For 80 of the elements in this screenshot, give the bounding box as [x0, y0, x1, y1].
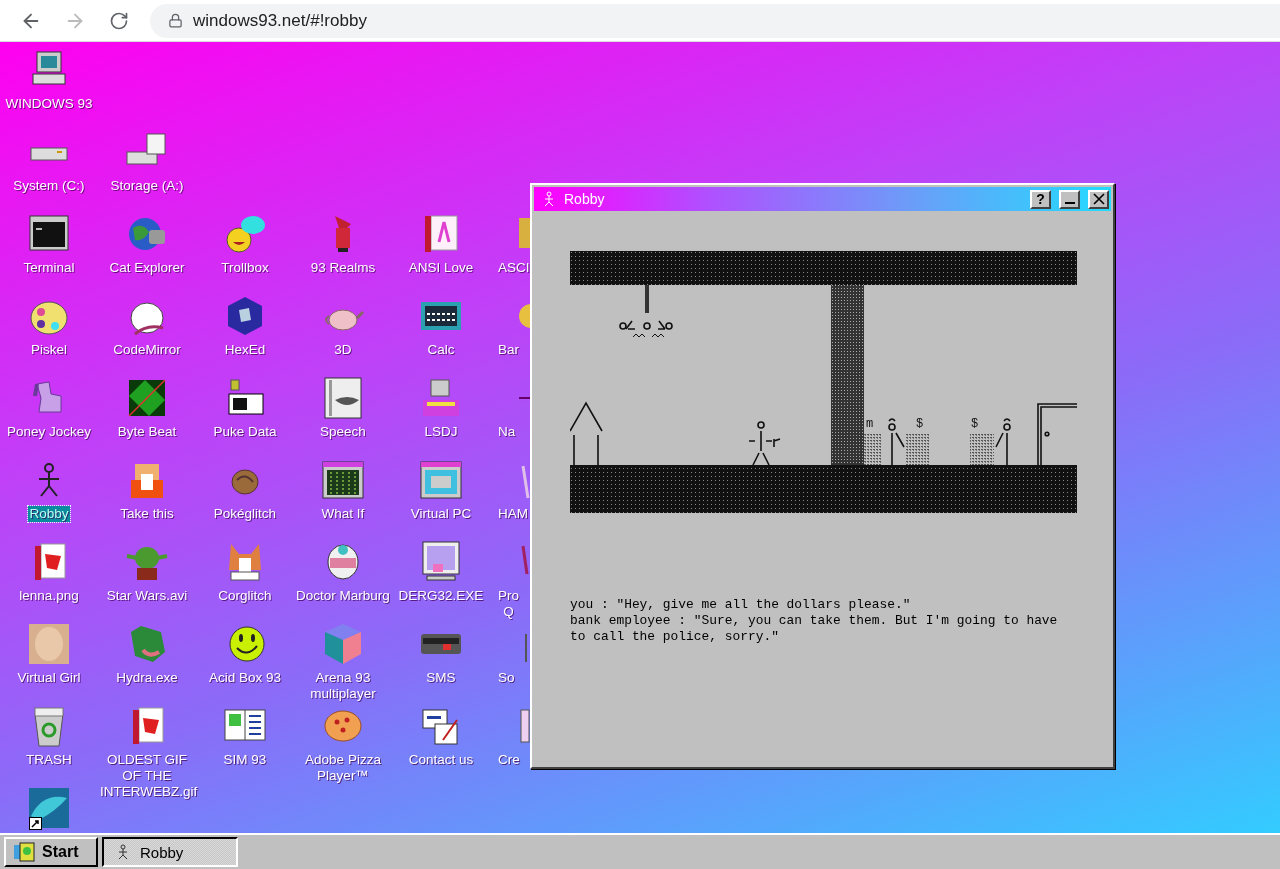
bank-employee-figure: [995, 418, 1011, 466]
start-logo-icon: [12, 841, 36, 863]
icon-label[interactable]: Calc: [426, 342, 456, 358]
icon-label[interactable]: lenna.png: [18, 588, 80, 604]
icon-label[interactable]: SIM 93: [222, 752, 268, 768]
icon-label[interactable]: Star Wars.avi: [105, 588, 189, 604]
icon-label[interactable]: 93 Realms: [309, 260, 377, 276]
icon-label[interactable]: What If: [320, 506, 366, 522]
icon-label[interactable]: Poney Jockey: [5, 424, 92, 440]
icon-label[interactable]: Terminal: [22, 260, 76, 276]
icon-label[interactable]: 3D: [333, 342, 353, 358]
monitor-face-icon[interactable]: [419, 540, 463, 584]
dialogue-line: bank employee : "Sure, you can take them. But I'm going to have to call the police, sorry.": [570, 613, 1059, 645]
icon-label[interactable]: Na: [497, 424, 517, 440]
icon-label[interactable]: Cre: [497, 752, 521, 768]
door-drawing: [1037, 403, 1077, 466]
icon-label[interactable]: DERG32.EXE: [397, 588, 485, 604]
icon-label[interactable]: Cat Explorer: [108, 260, 186, 276]
dolphin-icon[interactable]: [27, 786, 71, 830]
icon-label[interactable]: Piskel: [30, 342, 68, 358]
house-drawing: [570, 401, 603, 466]
icon-label[interactable]: Pokéglitch: [212, 506, 278, 522]
icon-label[interactable]: Puke Data: [212, 424, 278, 440]
icon-label[interactable]: Acid Box 93: [207, 670, 282, 686]
icon-label[interactable]: Arena 93 multiplayer: [295, 670, 391, 702]
portrait-icon[interactable]: [27, 622, 71, 666]
icon-label[interactable]: Take this: [119, 506, 175, 522]
scene-glyph: $: [971, 417, 979, 431]
money-bag: [864, 433, 882, 465]
icon-label[interactable]: Storage (A:): [109, 178, 185, 194]
start-button[interactable]: Start: [4, 837, 98, 867]
minimize-icon: [1064, 202, 1075, 204]
icon-label[interactable]: Robby: [28, 506, 70, 522]
help-button[interactable]: ?: [1030, 189, 1051, 209]
lock-icon: [168, 13, 183, 28]
url-text: windows93.net/#!robby: [193, 10, 367, 31]
icon-label[interactable]: CodeMirror: [112, 342, 182, 358]
close-icon: [1092, 193, 1105, 205]
icon-label[interactable]: LSDJ: [423, 424, 459, 440]
stick-figure-icon: [542, 191, 556, 207]
dialogue-line: you : "Hey, give me all the dollars please.": [570, 597, 912, 613]
window-icon[interactable]: [419, 458, 463, 502]
icon-label[interactable]: Corglitch: [217, 588, 273, 604]
window-title: Robby: [564, 191, 606, 207]
icon-label[interactable]: Adobe Pizza Player™: [295, 752, 391, 784]
icon-label[interactable]: ANSI Love: [407, 260, 475, 276]
hanging-figures-drawing: [619, 284, 673, 338]
icon-label[interactable]: Trollbox: [220, 260, 270, 276]
stick-figure-icon: [116, 844, 130, 860]
icon-label[interactable]: ASCI: [497, 260, 530, 276]
mouth-icon[interactable]: [321, 376, 365, 420]
icon-label[interactable]: HAM: [497, 506, 529, 522]
icon-label[interactable]: SMS: [425, 670, 457, 686]
icon-label[interactable]: Hydra.exe: [115, 670, 179, 686]
task-button[interactable]: Robby: [102, 837, 238, 867]
money-bag: [970, 433, 994, 465]
icon-label[interactable]: Bar: [497, 342, 520, 358]
icon-label[interactable]: TRASH: [25, 752, 73, 768]
close-button[interactable]: [1088, 189, 1109, 209]
icon-label[interactable]: Doctor Marburg: [295, 588, 391, 604]
bank-employee-figure: [888, 418, 905, 466]
scene-glyph: m: [866, 417, 874, 431]
money-bag: [906, 433, 930, 465]
door-knob: [1044, 431, 1050, 437]
icon-label[interactable]: Virtual Girl: [16, 670, 82, 686]
reload-icon: [109, 10, 129, 31]
icon-label[interactable]: Pro Q: [497, 588, 520, 620]
scene-glyph: $: [916, 417, 924, 431]
address-bar[interactable]: windows93.net/#!robby: [150, 3, 1280, 38]
icon-label[interactable]: So: [497, 670, 516, 686]
icon-label[interactable]: WINDOWS 93: [4, 96, 94, 112]
icon-label[interactable]: Contact us: [407, 752, 475, 768]
icon-label[interactable]: Speech: [319, 424, 367, 440]
icon-label[interactable]: System (C:): [12, 178, 86, 194]
code-window-icon[interactable]: [321, 458, 365, 502]
minimize-button[interactable]: [1059, 189, 1080, 209]
player-figure-drawing: [748, 421, 781, 466]
icon-label[interactable]: Byte Beat: [116, 424, 178, 440]
icon-label[interactable]: Virtual PC: [409, 506, 473, 522]
icon-label[interactable]: HexEd: [223, 342, 267, 358]
